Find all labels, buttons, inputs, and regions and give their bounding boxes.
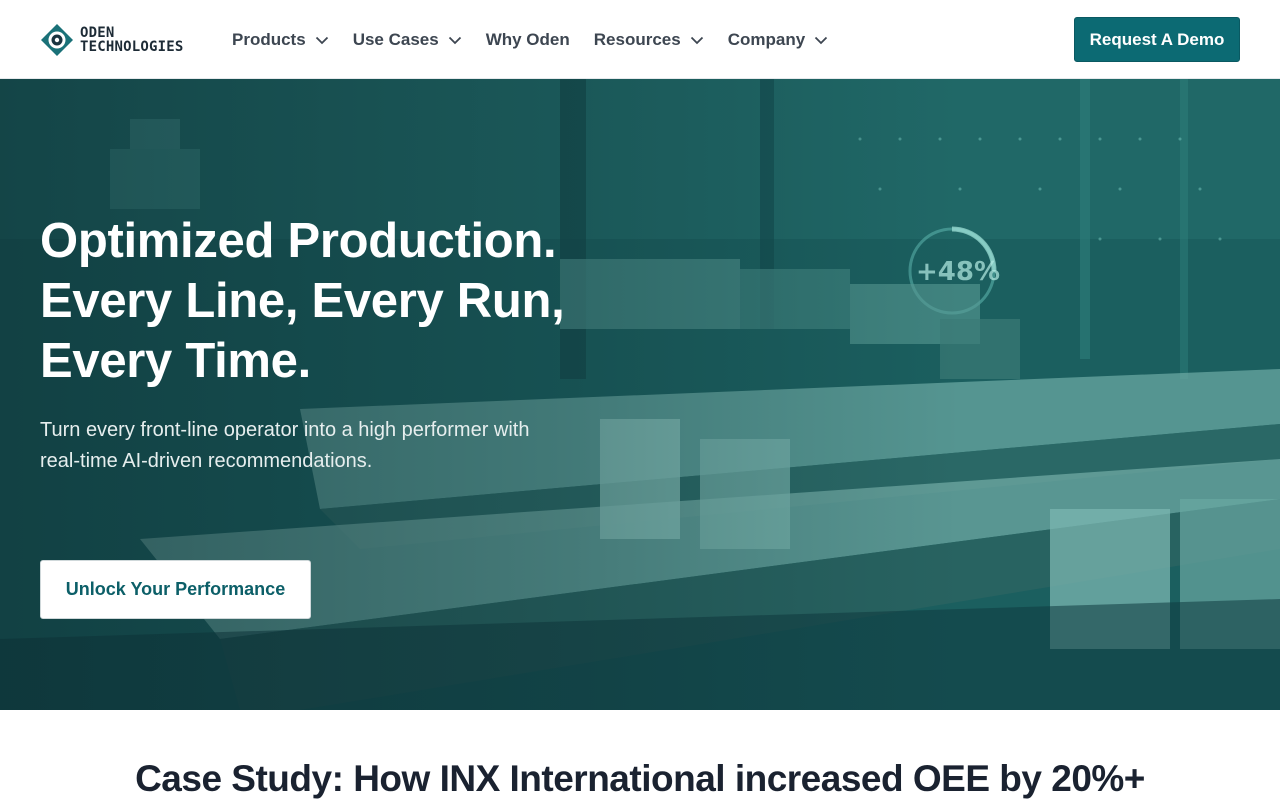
logo-line-1: ODEN <box>80 25 115 41</box>
hero-subtitle-line-1: Turn every front-line operator into a hi… <box>40 419 530 441</box>
nav-item-products[interactable]: Products <box>220 20 341 60</box>
site-header: ODEN TECHNOLOGIES Products Use Cases Why… <box>0 0 1280 79</box>
hero-title: Optimized Production. Every Line, Every … <box>40 211 680 391</box>
nav-item-label: Products <box>232 29 306 49</box>
main-nav: Products Use Cases Why Oden Resources Co… <box>220 0 840 79</box>
hero-title-line-1: Optimized Production. <box>40 214 557 268</box>
hero-title-line-3: Every Time. <box>40 334 311 388</box>
case-study-title: Case Study: How INX International increa… <box>135 758 1145 799</box>
unlock-performance-button[interactable]: Unlock Your Performance <box>40 560 311 619</box>
request-demo-button[interactable]: Request A Demo <box>1074 17 1240 62</box>
chevron-down-icon <box>815 36 828 44</box>
eye-icon <box>41 24 73 56</box>
nav-item-resources[interactable]: Resources <box>582 20 716 60</box>
logo-line-2: TECHNOLOGIES <box>80 39 184 55</box>
logo[interactable]: ODEN TECHNOLOGIES <box>40 22 184 58</box>
logo-wordmark: ODEN TECHNOLOGIES <box>80 26 184 54</box>
hero-subtitle: Turn every front-line operator into a hi… <box>40 415 620 477</box>
gauge-readout: +48% <box>916 257 1001 287</box>
chevron-down-icon <box>448 36 461 44</box>
chevron-down-icon <box>690 36 703 44</box>
chevron-down-icon <box>315 36 328 44</box>
nav-item-company[interactable]: Company <box>716 20 840 60</box>
nav-item-why-oden[interactable]: Why Oden <box>474 20 582 60</box>
hero-section: +48% Optimized Production. Every Line, E… <box>0 79 1280 710</box>
nav-item-label: Why Oden <box>485 29 570 49</box>
hero-title-line-2: Every Line, Every Run, <box>40 274 565 328</box>
nav-item-label: Resources <box>593 29 681 49</box>
hero-subtitle-line-2: real-time AI-driven recommendations. <box>40 450 373 472</box>
nav-item-label: Company <box>727 29 806 49</box>
nav-item-label: Use Cases <box>352 29 439 49</box>
nav-item-use-cases[interactable]: Use Cases <box>341 20 474 60</box>
